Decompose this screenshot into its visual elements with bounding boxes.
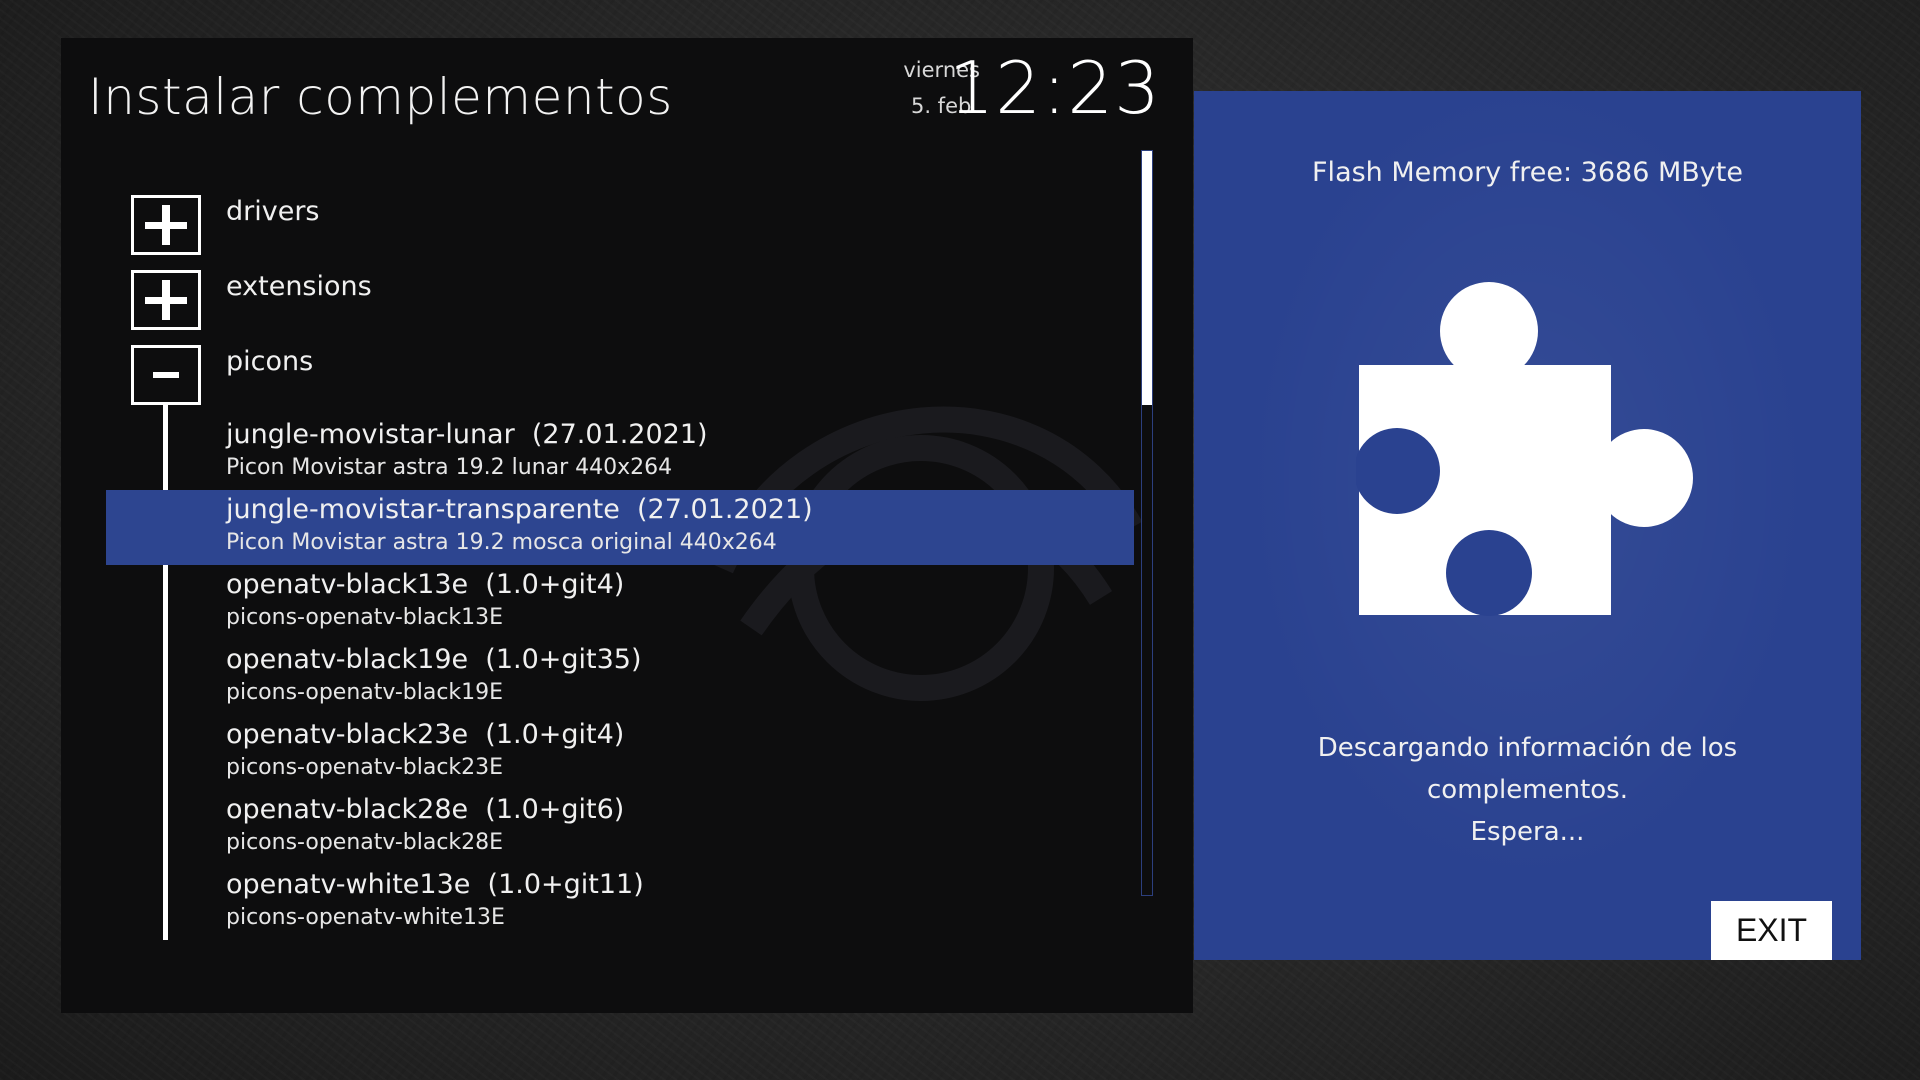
package-description: picons-openatv-black23E: [226, 755, 504, 780]
clock-time: 12:23: [948, 46, 1161, 130]
package-row[interactable]: openatv-black23e (1.0+git4) picons-opena…: [106, 715, 1134, 790]
flash-memory-status: Flash Memory free: 3686 MByte: [1312, 157, 1743, 188]
category-extensions[interactable]: extensions: [61, 265, 1141, 340]
addon-install-window: Instalar complementos viernes 5. feb. 12…: [61, 38, 1193, 1013]
list-scrollbar[interactable]: [1141, 150, 1153, 896]
package-row[interactable]: openatv-black28e (1.0+git6) picons-opena…: [106, 790, 1134, 865]
page-title: Instalar complementos: [88, 68, 673, 126]
download-status-message: Descargando información de los complemen…: [1214, 727, 1841, 853]
category-label: extensions: [226, 271, 372, 302]
package-row[interactable]: openatv-white13e (1.0+git11) picons-open…: [106, 865, 1134, 940]
scrollbar-thumb[interactable]: [1142, 151, 1152, 405]
package-name: jungle-movistar-lunar (27.01.2021): [226, 419, 708, 450]
package-description: picons-openatv-white13E: [226, 905, 505, 930]
category-picons[interactable]: picons: [61, 340, 1141, 415]
package-description: Picon Movistar astra 19.2 mosca original…: [226, 530, 777, 555]
package-name: jungle-movistar-transparente (27.01.2021…: [226, 494, 813, 525]
package-description: picons-openatv-black28E: [226, 830, 504, 855]
package-description: picons-openatv-black13E: [226, 605, 504, 630]
addon-tree-list: drivers extensions picons jungle-movista…: [61, 150, 1141, 940]
package-description: Picon Movistar astra 19.2 lunar 440x264: [226, 455, 673, 480]
package-row[interactable]: openatv-black13e (1.0+git4) picons-opena…: [106, 565, 1134, 640]
package-name: openatv-white13e (1.0+git11): [226, 869, 644, 900]
category-label: drivers: [226, 196, 320, 227]
info-panel: Flash Memory free: 3686 MByte Descargand…: [1194, 91, 1861, 960]
exit-button[interactable]: EXIT: [1711, 901, 1832, 960]
plus-icon: [131, 270, 201, 330]
status-line-1: Descargando información de los complemen…: [1317, 733, 1738, 805]
minus-icon: [131, 345, 201, 405]
package-row[interactable]: jungle-movistar-lunar (27.01.2021) Picon…: [106, 415, 1134, 490]
category-drivers[interactable]: drivers: [61, 190, 1141, 265]
category-label: picons: [226, 346, 314, 377]
package-name: openatv-black19e (1.0+git35): [226, 644, 642, 675]
package-description: picons-openatv-black19E: [226, 680, 504, 705]
package-row[interactable]: openatv-black19e (1.0+git35) picons-open…: [106, 640, 1134, 715]
package-name: openatv-black28e (1.0+git6): [226, 794, 625, 825]
package-name: openatv-black23e (1.0+git4): [226, 719, 625, 750]
plus-icon: [131, 195, 201, 255]
package-row-selected[interactable]: jungle-movistar-transparente (27.01.2021…: [106, 490, 1134, 565]
package-name: openatv-black13e (1.0+git4): [226, 569, 625, 600]
status-line-2: Espera...: [1470, 817, 1585, 847]
puzzle-piece-icon: [1356, 282, 1693, 616]
